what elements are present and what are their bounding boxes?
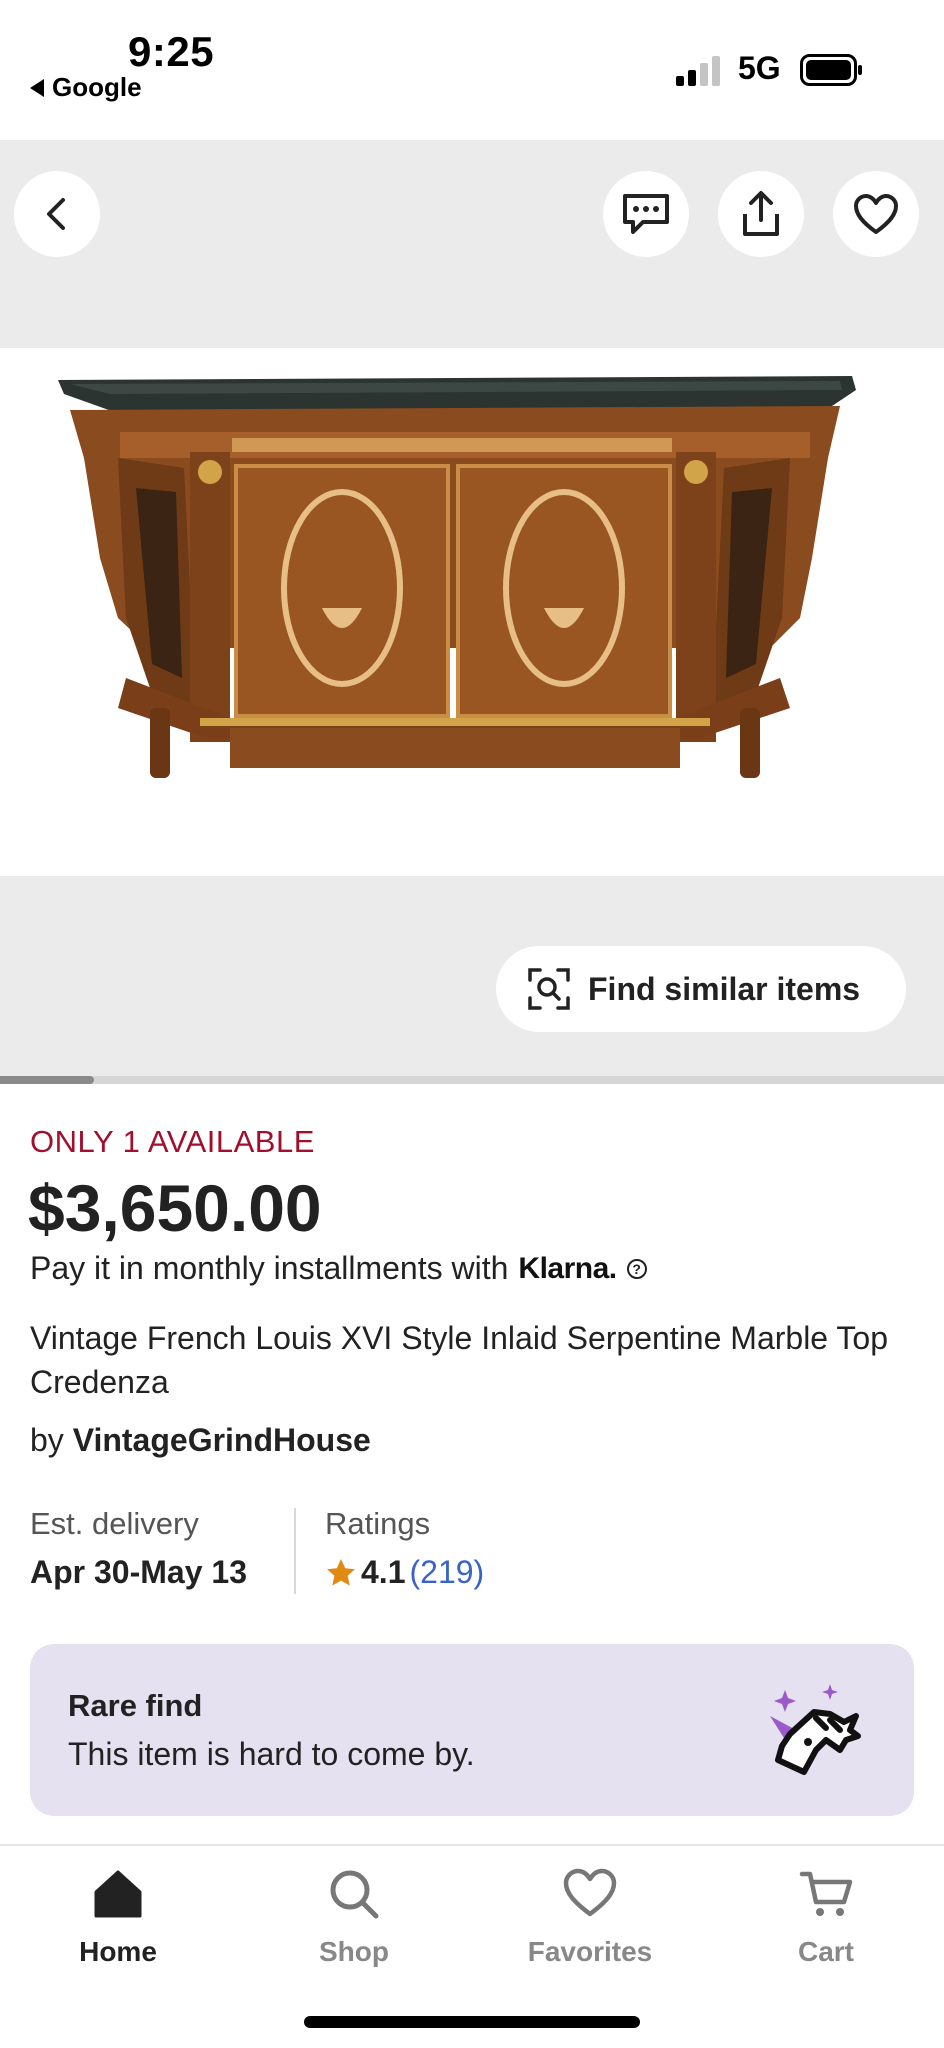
message-icon — [623, 194, 669, 234]
rare-find-title: Rare find — [68, 1688, 203, 1723]
home-indicator — [304, 2016, 640, 2028]
product-image[interactable] — [0, 348, 944, 876]
delivery-label: Est. delivery — [30, 1506, 199, 1541]
network-type: 5G — [738, 50, 781, 86]
rating-value: 4.1 — [361, 1554, 406, 1590]
back-app-label: Google — [52, 72, 142, 102]
klarna-logo: Klarna. — [518, 1251, 617, 1285]
image-gallery[interactable]: Find similar items — [0, 140, 944, 1084]
rating-count-link[interactable]: (219) — [409, 1554, 484, 1591]
nav-home[interactable]: Home — [0, 1866, 236, 1968]
rare-find-card: Rare find This item is hard to come by. — [30, 1644, 914, 1816]
cart-icon — [799, 1871, 853, 1916]
back-button[interactable] — [14, 171, 100, 257]
signal-icon — [676, 56, 720, 86]
back-triangle-icon — [30, 78, 44, 97]
share-button[interactable] — [718, 171, 804, 257]
nav-favorites[interactable]: Favorites — [472, 1866, 708, 1968]
back-to-app-link[interactable]: Google — [30, 72, 142, 103]
chevron-left-icon — [47, 198, 65, 230]
rare-find-description: This item is hard to come by. — [68, 1736, 475, 1772]
message-seller-button[interactable] — [603, 171, 689, 257]
nav-cart[interactable]: Cart — [708, 1866, 944, 1968]
seller-line: by VintageGrindHouse — [30, 1422, 371, 1459]
nav-shop[interactable]: Shop — [236, 1866, 472, 1968]
ratings-block[interactable]: Ratings 4.1 (219) — [325, 1506, 484, 1591]
nav-shop-label: Shop — [319, 1936, 389, 1967]
find-similar-button[interactable]: Find similar items — [496, 946, 906, 1032]
credenza-illustration — [58, 376, 856, 778]
nav-home-label: Home — [79, 1936, 157, 1967]
search-icon — [330, 1870, 379, 1919]
availability-badge: ONLY 1 AVAILABLE — [30, 1124, 315, 1159]
visual-search-icon — [528, 968, 570, 1010]
image-carousel-progress-thumb — [0, 1076, 94, 1084]
rating-line: 4.1 (219) — [325, 1554, 484, 1591]
status-time: 9:25 — [128, 28, 215, 75]
seller-prefix: by — [30, 1422, 64, 1458]
seller-name-link[interactable]: VintageGrindHouse — [73, 1422, 371, 1458]
unicorn-icon — [770, 1684, 861, 1775]
delivery-block: Est. delivery Apr 30-May 13 — [30, 1506, 247, 1591]
image-carousel-progress — [0, 1076, 944, 1084]
ratings-label: Ratings — [325, 1506, 431, 1541]
installments-info[interactable]: Pay it in monthly installments with Klar… — [30, 1250, 647, 1287]
status-bar: 9:25 Google 5G — [0, 0, 944, 140]
favorite-button[interactable] — [833, 171, 919, 257]
info-divider — [294, 1508, 296, 1594]
nav-favorites-label: Favorites — [527, 1936, 653, 1967]
price: $3,650.00 — [28, 1171, 322, 1245]
battery-icon — [800, 54, 862, 86]
nav-cart-label: Cart — [797, 1936, 854, 1967]
home-icon — [94, 1870, 142, 1918]
delivery-value: Apr 30-May 13 — [30, 1554, 247, 1590]
heart-icon — [563, 1868, 617, 1917]
share-icon — [743, 191, 779, 236]
delivery-ratings-row: Est. delivery Apr 30-May 13 Ratings 4.1 … — [30, 1506, 910, 1596]
find-similar-label: Find similar items — [588, 970, 861, 1007]
help-icon[interactable]: ? — [626, 1258, 647, 1279]
listing-title: Vintage French Louis XVI Style Inlaid Se… — [30, 1320, 888, 1400]
star-icon — [327, 1558, 355, 1586]
installments-text: Pay it in monthly installments with — [30, 1250, 509, 1286]
heart-icon — [854, 194, 898, 234]
